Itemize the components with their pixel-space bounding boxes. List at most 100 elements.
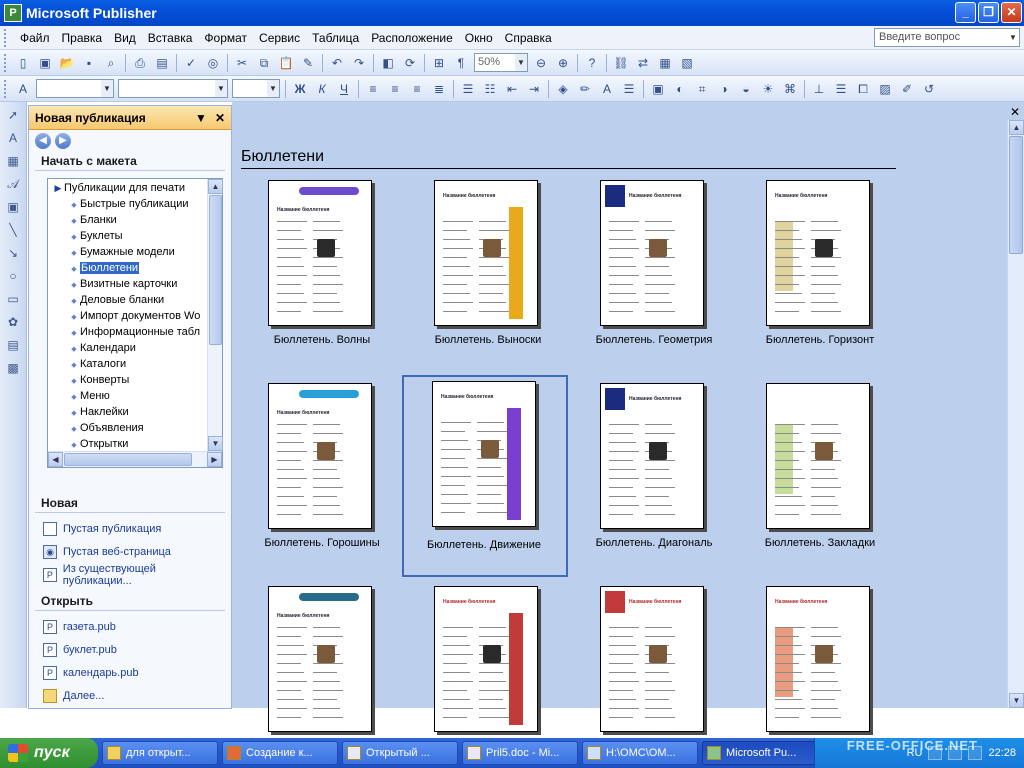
select-arrow-icon[interactable]: ➚ [3,105,23,125]
chevron-down-icon[interactable]: ▼ [267,80,279,97]
frame-forward-icon[interactable]: ▦ [655,53,675,73]
zoom-select[interactable]: 50% ▼ [474,53,528,72]
spelling-icon[interactable]: ✓ [181,53,201,73]
brightness-icon[interactable]: ☀ [758,79,778,99]
redo-icon[interactable]: ↷ [349,53,369,73]
gallery-vertical-scrollbar[interactable]: ▲ ▼ [1007,120,1024,708]
tree-item[interactable]: ◆ Каталоги [48,356,222,372]
new-doc-icon[interactable]: ▯ [13,53,33,73]
tree-item[interactable]: ◆ Информационные табл [48,324,222,340]
scroll-up-icon[interactable]: ▲ [1009,120,1024,135]
tree-item[interactable]: ◆ Импорт документов Wo [48,308,222,324]
text-box-icon[interactable]: A [3,128,23,148]
blank-publication-link[interactable]: Пустая публикация [43,517,225,540]
save-icon[interactable]: ▪ [79,53,99,73]
tree-item[interactable]: ◆ Бланки [48,212,222,228]
menu-view[interactable]: Вид [108,28,142,48]
blank-web-page-link[interactable]: ◉ Пустая веб-страница [43,540,225,563]
styles-icon[interactable]: A [13,79,33,99]
connect-frames-icon[interactable]: ⇄ [633,53,653,73]
menu-file[interactable]: Файл [14,28,56,48]
underline-button[interactable]: Ч [334,79,354,99]
publication-icon[interactable]: ▣ [35,53,55,73]
align-objects-icon[interactable]: ⊥ [809,79,829,99]
menu-insert[interactable]: Вставка [142,28,199,48]
columns-icon[interactable]: ⊞ [429,53,449,73]
toolbar-grip-icon[interactable] [4,79,8,98]
line-style-icon[interactable]: ☰ [619,79,639,99]
cut-icon[interactable]: ✂ [232,53,252,73]
tree-item[interactable]: ◆ Бюллетени [48,260,222,276]
scroll-right-icon[interactable]: ▶ [207,452,222,467]
tree-item[interactable]: ◆ Открытки [48,436,222,451]
menu-edit[interactable]: Правка [56,28,109,48]
taskbar-item[interactable]: H:\OMC\OM... [582,741,698,765]
increase-indent-icon[interactable]: ⇥ [524,79,544,99]
paste-icon[interactable]: 📋 [276,53,296,73]
tree-item[interactable]: ◆ Объявления [48,420,222,436]
menu-help[interactable]: Справка [499,28,558,48]
taskbar-item[interactable]: Открытый ... [342,741,458,765]
zoom-out-icon[interactable]: ⊖ [531,53,551,73]
group-icon[interactable]: ⧠ [853,79,873,99]
font-select[interactable]: ▼ [118,79,228,98]
help-search-input[interactable]: Введите вопрос ▼ [874,28,1020,47]
autoshapes-icon[interactable]: ✿ [3,312,23,332]
tree-item[interactable]: ◆ Бумажные модели [48,244,222,260]
tree-item[interactable]: ◆ Меню [48,388,222,404]
taskbar-item[interactable]: Pril5.doc - Mi... [462,741,578,765]
line-color-icon[interactable]: ✏ [575,79,595,99]
scroll-thumb[interactable] [64,453,192,466]
font-color-icon[interactable]: A [597,79,617,99]
justify-icon[interactable]: ≣ [429,79,449,99]
scroll-left-icon[interactable]: ◀ [48,452,63,467]
menu-grip-icon[interactable] [4,28,10,47]
search-icon[interactable]: ⌕ [101,53,121,73]
style-select[interactable]: ▼ [36,79,114,98]
template-card[interactable]: Название бюллетеня Бюллетень. Диагональ [570,379,720,569]
format-painter-icon[interactable]: ✎ [298,53,318,73]
crop-icon[interactable]: ⌗ [692,79,712,99]
frame-back-icon[interactable]: ▧ [677,53,697,73]
menu-window[interactable]: Окно [459,28,499,48]
wordart-icon[interactable]: 𝒜 [3,174,23,194]
close-icon[interactable]: ✕ [1010,105,1020,119]
copy-icon[interactable]: ⧉ [254,53,274,73]
research-icon[interactable]: ◎ [203,53,223,73]
menu-arrange[interactable]: Расположение [365,28,459,48]
font-size-select[interactable]: ▼ [232,79,280,98]
tree-item[interactable]: ◆ Деловые бланки [48,292,222,308]
italic-button[interactable]: К [312,79,332,99]
taskbar-item[interactable]: для открыт... [102,741,218,765]
template-card[interactable]: Название бюллетеня Бюллетень. Волны [238,176,388,366]
tree-horizontal-scrollbar[interactable]: ◀ ▶ [48,451,222,467]
tree-item[interactable]: ▶ Публикации для печати [48,180,222,196]
forward-arrow-icon[interactable]: ▶ [55,133,71,149]
table-icon[interactable]: ▦ [3,151,23,171]
start-button[interactable]: пуск [0,738,98,768]
chevron-down-icon[interactable]: ▼ [1007,29,1019,46]
align-center-icon[interactable]: ≡ [385,79,405,99]
bold-button[interactable]: Ж [290,79,310,99]
taskbar-item[interactable]: Создание к... [222,741,338,765]
set-transparent-icon[interactable]: ✐ [897,79,917,99]
align-right-icon[interactable]: ≡ [407,79,427,99]
toolbar-grip-icon[interactable] [4,53,8,72]
wrap-icon[interactable]: ⌘ [780,79,800,99]
picture-icon[interactable]: ▣ [648,79,668,99]
hotspot-icon[interactable]: ▤ [3,335,23,355]
print-preview-icon[interactable]: ▤ [152,53,172,73]
oval-icon[interactable]: ○ [3,266,23,286]
chevron-down-icon[interactable]: ▼ [195,111,207,125]
distribute-icon[interactable]: ☰ [831,79,851,99]
template-card[interactable]: Название бюллетеня Бюллетень. Движение [402,375,568,577]
recent-file-link[interactable]: P буклет.pub [43,638,225,661]
chevron-down-icon[interactable]: ▼ [215,80,227,97]
close-window-button[interactable]: ✕ [1001,2,1022,23]
tree-item[interactable]: ◆ Конверты [48,372,222,388]
menu-tools[interactable]: Сервис [253,28,306,48]
more-files-link[interactable]: Далее... [43,684,225,707]
decrease-indent-icon[interactable]: ⇤ [502,79,522,99]
less-contrast-icon[interactable]: ◒ [736,79,756,99]
template-card[interactable]: Название бюллетеня Бюллетень. Горошины [238,379,388,569]
